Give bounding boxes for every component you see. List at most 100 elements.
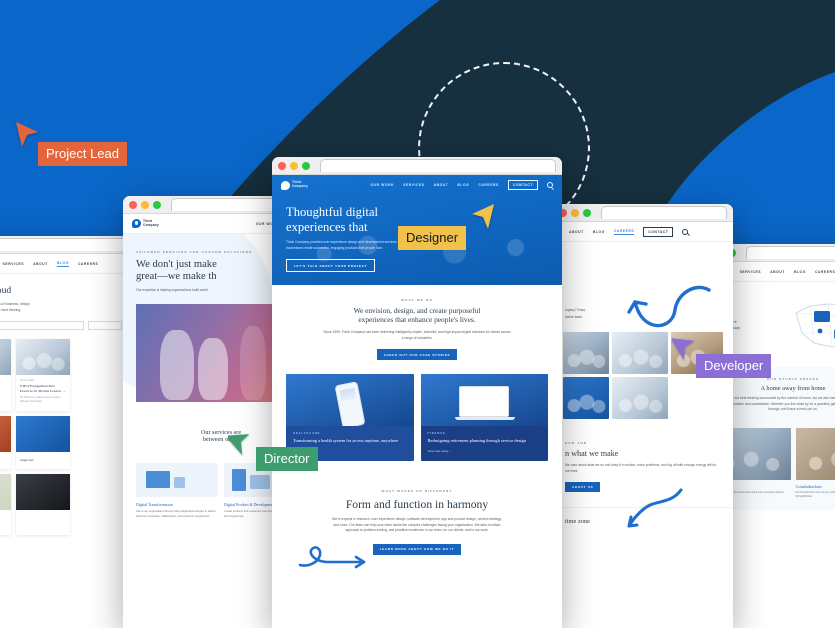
close-button[interactable] [129, 200, 137, 209]
post-date: May 19, 2025 [0, 514, 7, 517]
window-chrome[interactable] [553, 204, 733, 222]
case-study-title: Redesigning retirement planning through … [427, 437, 526, 443]
logo-text: Think Company [292, 180, 308, 188]
case-study-thumbnail [420, 373, 548, 426]
blog-filters[interactable] [0, 321, 122, 331]
maximize-button[interactable] [583, 208, 591, 217]
hero-heading-line1: Thoughtful digital [286, 205, 378, 219]
careers-mid-heading: n what we make [565, 449, 619, 458]
case-study-card[interactable]: FINANCE Redesigning retirement planning … [420, 373, 548, 461]
logo-text: Think Company [143, 219, 159, 227]
nav-blog[interactable]: BLOG [794, 270, 806, 274]
nav-about[interactable]: ABOUT [569, 230, 584, 234]
list-item[interactable]: Digital Transformation Ask to our organi… [136, 462, 218, 520]
minimize-button[interactable] [571, 208, 579, 217]
nav-about[interactable]: ABOUT [33, 262, 48, 266]
post-thumbnail [0, 473, 11, 510]
nav-contact-button[interactable]: CONTACT [507, 180, 538, 190]
site-nav[interactable]: OUR WORK SERVICES ABOUT BLOG CAREERS [0, 254, 134, 274]
search-icon[interactable] [682, 228, 689, 235]
harmony-cta-button[interactable]: LEARN MORE ABOUT HOW WE DO IT [372, 543, 462, 555]
post-thumbnail [16, 473, 70, 510]
minimize-button[interactable] [290, 161, 298, 170]
post-thumbnail [16, 339, 70, 376]
list-item[interactable] [0, 415, 11, 469]
site-nav[interactable]: Think Company OUR WORK SERVICES ABOUT BL… [272, 175, 562, 195]
case-study-eyebrow: HEALTHCARE [293, 431, 321, 435]
hand-drawn-arrow-icon [298, 546, 366, 569]
nav-our-work[interactable]: OUR WORK [370, 183, 394, 187]
nav-blog[interactable]: BLOG [56, 261, 69, 267]
search-icon[interactable] [547, 182, 553, 188]
harmony-body: We're experts in research, user experien… [332, 517, 502, 533]
nav-services[interactable]: SERVICES [3, 262, 25, 266]
list-item[interactable]: Conshohocken Our PA suburbs in the Consh… [795, 428, 835, 500]
blog-header: king out loud more than a decade's worth… [0, 274, 134, 339]
cursor-arrow-icon [472, 204, 494, 229]
nav-contact-button[interactable]: CONTACT [643, 226, 674, 237]
case-study-link[interactable]: View case study → [428, 449, 542, 453]
browser-tab[interactable] [320, 159, 556, 172]
post-thumbnail [0, 339, 11, 376]
browser-window-blog[interactable]: OUR WORK SERVICES ABOUT BLOG CAREERS kin… [0, 236, 134, 628]
screenshot-stage: OUR WORK SERVICES ABOUT BLOG CAREERS kin… [0, 0, 835, 628]
blog-category-select[interactable] [88, 321, 122, 331]
nav-about[interactable]: ABOUT [770, 270, 785, 274]
browser-tab[interactable] [0, 238, 128, 251]
what-we-do-eyebrow: WHAT WE DO [401, 298, 433, 303]
list-item[interactable]: June 3, 2025 6 HCP Engagement Best Pract… [16, 339, 70, 411]
post-title [0, 458, 7, 463]
site-nav[interactable]: ABOUT BLOG CAREERS CONTACT [553, 222, 733, 242]
nav-blog[interactable]: BLOG [593, 230, 605, 234]
post-title: How to Create Modern Interfaces in Sales… [0, 519, 7, 529]
list-item[interactable]: n Times of [0, 339, 11, 411]
careers-mid-body: We care about what we do and keep it in … [565, 463, 717, 473]
phone-mockup [334, 380, 366, 426]
think-company-logo-icon [281, 180, 290, 190]
maximize-button[interactable] [153, 200, 161, 209]
team-photo [612, 377, 668, 419]
minimize-button[interactable] [141, 200, 149, 209]
studio-name[interactable]: Conshohocken [796, 484, 835, 489]
nav-blog[interactable]: BLOG [457, 183, 469, 187]
case-studies-button[interactable]: CHECK OUT OUR CASE STUDIES [376, 349, 458, 360]
list-item[interactable] [16, 473, 70, 535]
careers-hero: mpany? Easy: iverse team. [553, 242, 733, 328]
window-chrome[interactable] [272, 157, 562, 175]
logo-line2: Company [143, 222, 159, 227]
maximize-button[interactable] [302, 161, 310, 170]
post-thumbnail [16, 415, 70, 452]
careers-mid-eyebrow: OUR JOB [565, 441, 588, 445]
nav-about[interactable]: ABOUT [434, 183, 449, 187]
about-us-button[interactable]: ABOUT US [565, 481, 601, 493]
tile-body: Ask to our organization through using di… [136, 510, 216, 518]
browser-window-careers[interactable]: ABOUT BLOG CAREERS CONTACT mpany? Easy: … [553, 204, 733, 628]
close-button[interactable] [278, 161, 286, 170]
cursor-arrow-icon [672, 338, 695, 360]
logo[interactable]: Think Company [281, 180, 308, 190]
case-study-title: Transforming a health system for access … [293, 437, 399, 443]
nav-services[interactable]: SERVICES [403, 183, 425, 187]
blog-search-input[interactable] [0, 321, 84, 331]
nav-careers[interactable]: CAREERS [613, 229, 635, 235]
window-chrome[interactable] [0, 236, 134, 254]
browser-tab[interactable] [601, 206, 727, 219]
page-careers: ABOUT BLOG CAREERS CONTACT mpany? Easy: … [553, 222, 733, 628]
nav-careers[interactable]: CAREERS [815, 270, 835, 274]
cursor-arrow-icon [16, 122, 38, 147]
careers-footer: time zone [553, 488, 733, 535]
nav-careers[interactable]: CAREERS [78, 262, 98, 266]
hero-cta-button[interactable]: LET'S TALK ABOUT YOUR PROJECT [286, 259, 376, 273]
harmony-section: WHAT MAKES US DIFFERENT Form and functio… [272, 473, 562, 585]
nav-careers[interactable]: CAREERS [478, 183, 498, 187]
what-we-do-heading-line2: experiences that enhance people's lives. [358, 314, 476, 324]
list-item[interactable]: esign and [16, 415, 70, 469]
tile-title[interactable]: Digital Transformation [136, 502, 218, 507]
nav-services[interactable]: SERVICES [740, 270, 762, 274]
hand-drawn-arrow-icon [627, 488, 683, 528]
case-study-eyebrow: FINANCE [427, 431, 446, 435]
logo[interactable]: Think Company [132, 219, 159, 228]
list-item[interactable]: May 19, 2025 How to Create Modern Interf… [0, 473, 11, 535]
post-author: By Will Brown, Kathleen Roth & Jessica R… [20, 397, 61, 403]
browser-tab[interactable] [746, 246, 835, 259]
